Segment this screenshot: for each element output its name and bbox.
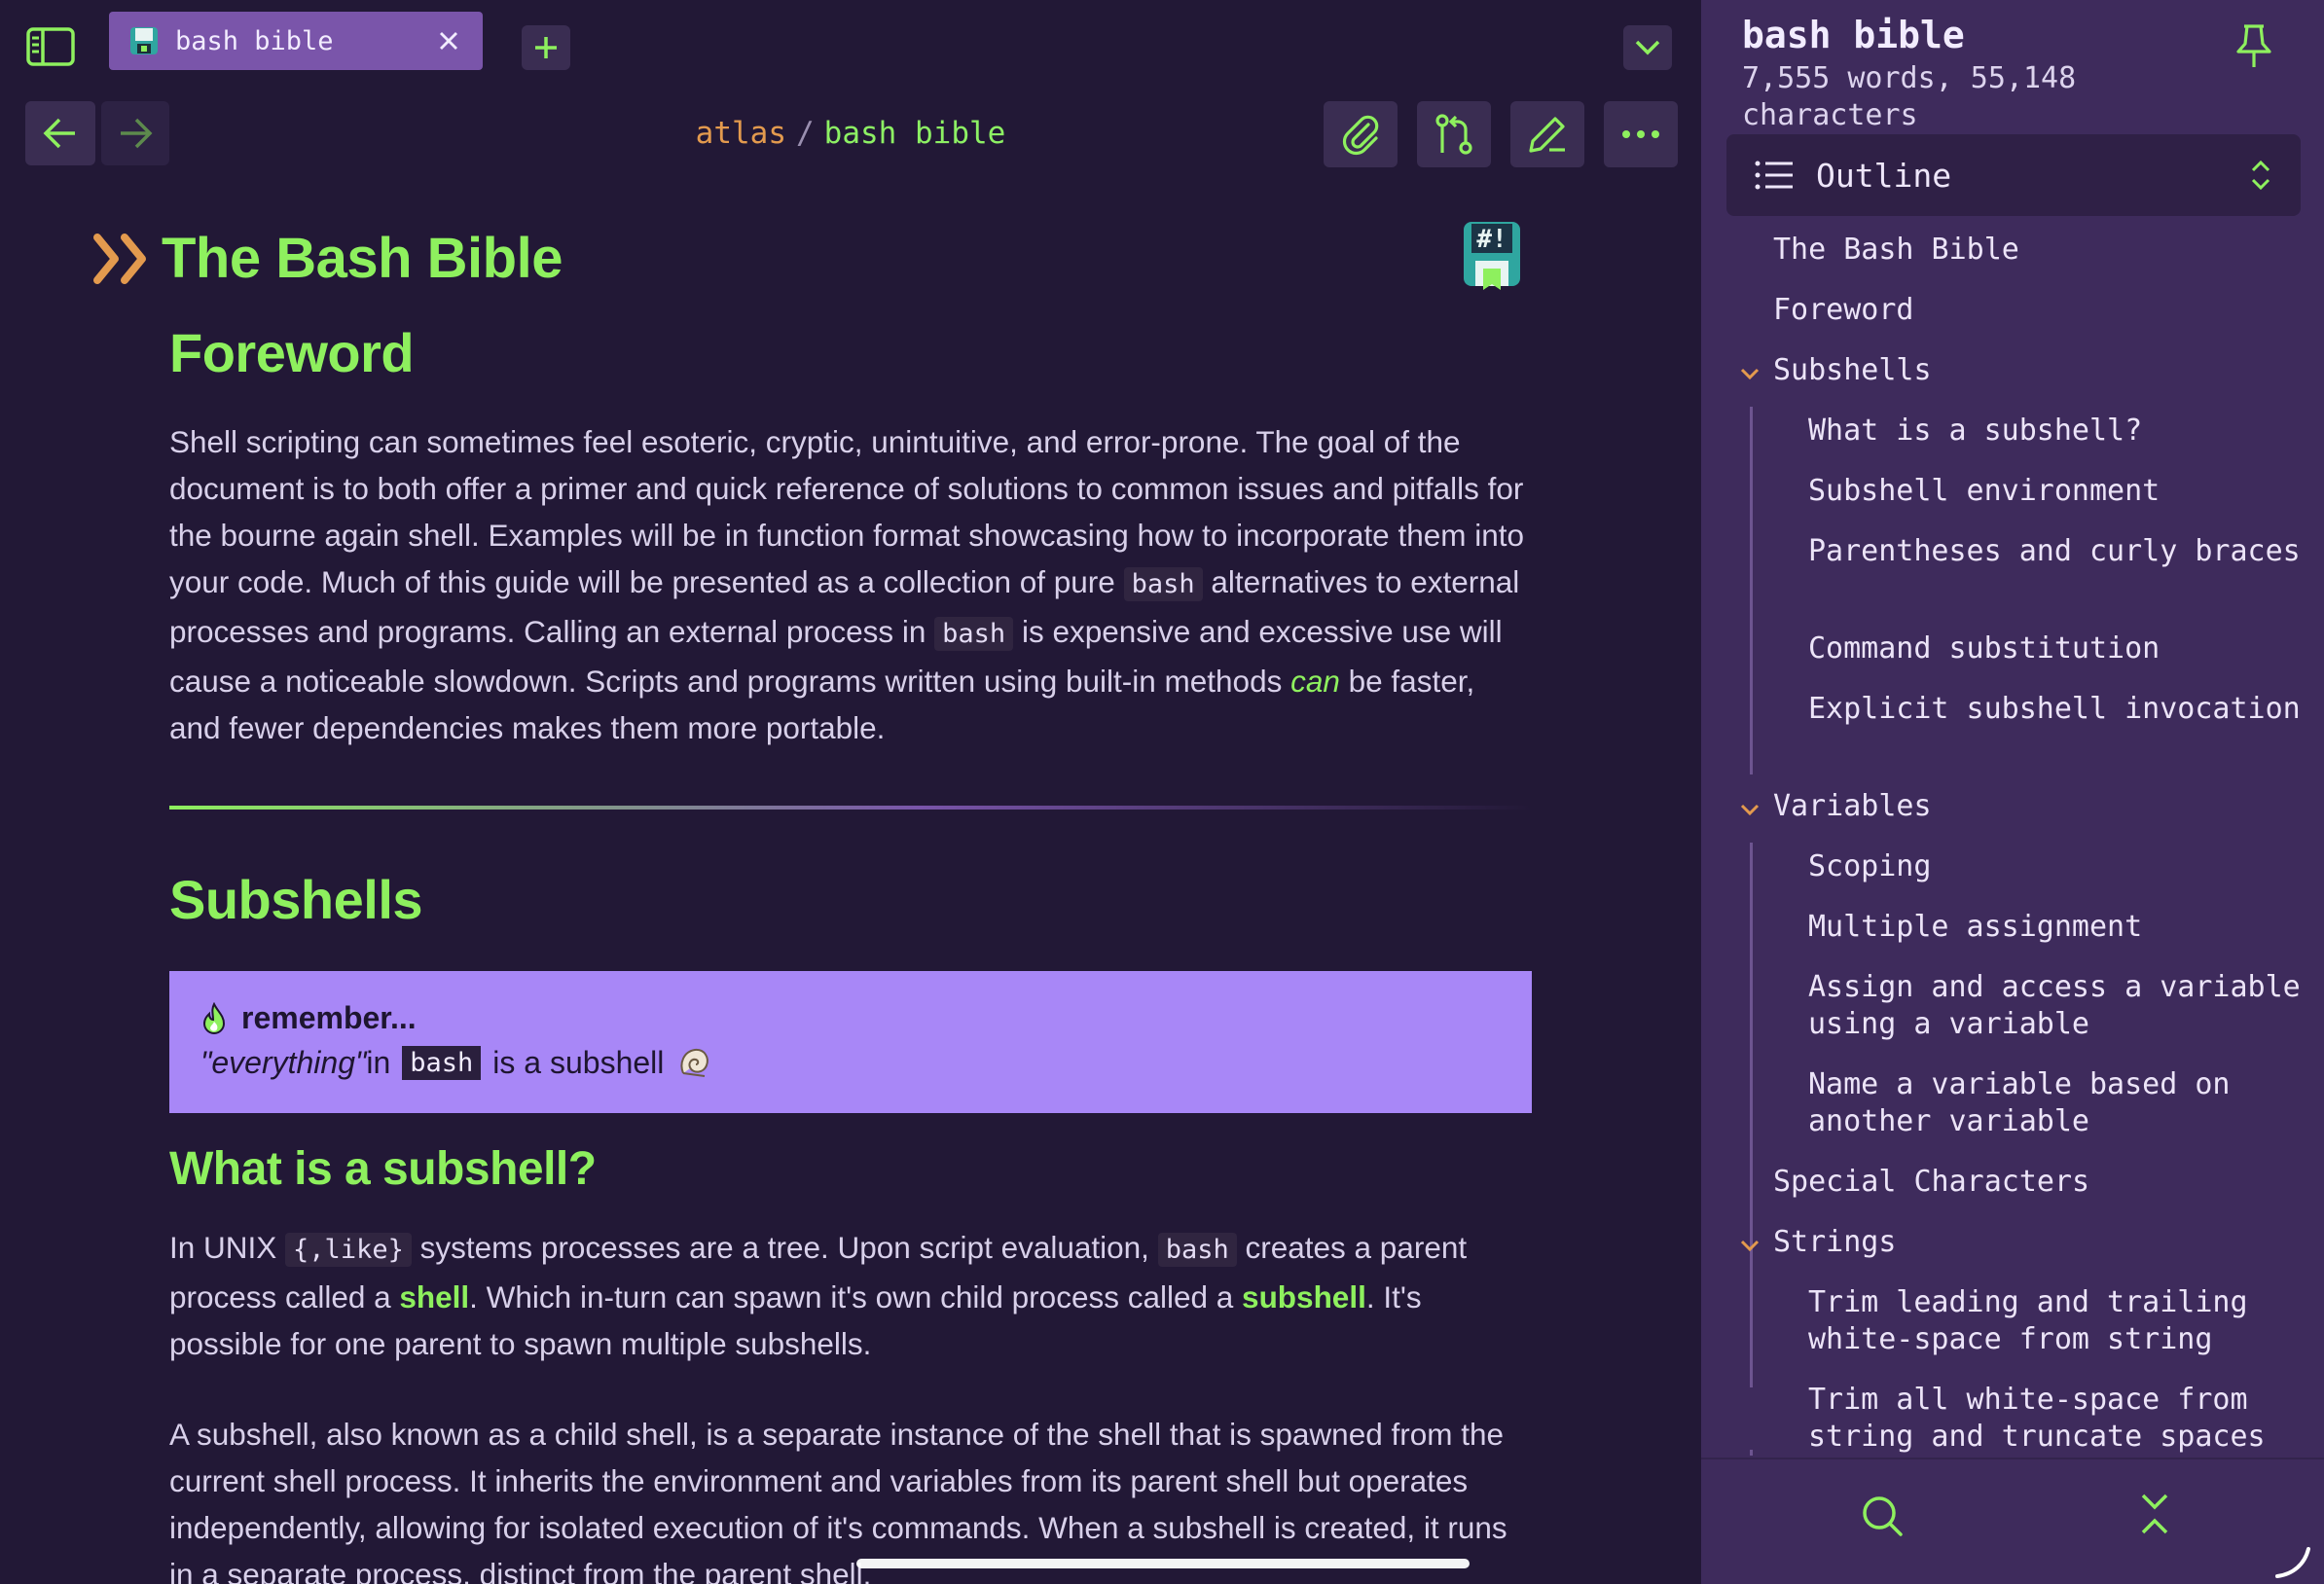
paragraph-text: . Which in-turn can spawn it's own child… [469, 1279, 1243, 1314]
bold-text: shell [399, 1279, 470, 1314]
subshell-paragraph-1: In UNIX {,like} systems processes are a … [169, 1224, 1532, 1367]
new-tab-button[interactable] [522, 25, 570, 70]
inline-code: bash [1123, 567, 1203, 601]
outline-item[interactable]: Parentheses and curly braces [1808, 533, 2305, 570]
tab-list-button[interactable] [1623, 25, 1672, 70]
chevron-down-icon[interactable] [1738, 1234, 1761, 1257]
inline-code: bash [1157, 1233, 1237, 1267]
breadcrumb-current[interactable]: bash bible [824, 116, 1006, 151]
outline-item[interactable]: Subshells [1773, 352, 2299, 389]
outline-item[interactable]: Foreword [1773, 292, 2299, 329]
inline-code: {,like} [285, 1233, 412, 1267]
foreword-paragraph: Shell scripting can sometimes feel esote… [169, 418, 1532, 751]
view-selector-label: Outline [1816, 156, 1952, 195]
floppy-disk-icon[interactable]: #! [1462, 220, 1522, 292]
heading-subshells: Subshells [169, 869, 423, 930]
chevron-down-icon[interactable] [1738, 798, 1761, 821]
heading-what-is-a-subshell: What is a subshell? [169, 1143, 597, 1195]
main-pane: bash bible atlas / bash bible The Bash B… [0, 0, 1701, 1584]
more-options-button[interactable] [1604, 101, 1678, 167]
outline-item[interactable]: Command substitution [1808, 630, 2305, 667]
outline-item[interactable]: Variables [1773, 788, 2299, 825]
outline-item[interactable]: Trim all white-space from string and tru… [1808, 1382, 2305, 1456]
chevron-down-icon [1635, 40, 1660, 55]
resize-grip-icon [2275, 1547, 2310, 1578]
pin-button[interactable] [2227, 19, 2281, 74]
list-icon [1755, 161, 1793, 190]
paragraph-text: systems processes are a tree. Upon scrip… [411, 1230, 1158, 1265]
document-title-row: The Bash Bible [91, 226, 563, 291]
callout-title: remember... [241, 1000, 417, 1035]
outline-item[interactable]: Trim leading and trailing white-space fr… [1808, 1284, 2305, 1358]
svg-text:#!: #! [1476, 225, 1507, 254]
flame-icon [202, 1001, 226, 1034]
floppy-disk-icon [130, 27, 158, 54]
callout-body: "everything" in bash is a subshell [200, 1044, 1501, 1081]
view-selector[interactable]: Outline [1726, 134, 2301, 216]
pin-icon [2236, 24, 2271, 67]
callout-text: in [366, 1044, 391, 1080]
outline-item[interactable]: Subshell environment [1808, 473, 2305, 510]
outline-guide-line [1750, 407, 1753, 774]
resize-handle[interactable] [2271, 1543, 2314, 1582]
search-button[interactable] [1851, 1485, 1913, 1547]
outline-guide-line [1750, 843, 1753, 1387]
paperclip-icon [1342, 115, 1379, 156]
chevron-up-down-icon [2251, 160, 2270, 191]
tab-bash-bible[interactable]: bash bible [109, 12, 483, 70]
scroll-indicator[interactable] [856, 1559, 1470, 1568]
outline-tree: The Bash Bible Foreword Subshells What i… [1701, 226, 2324, 1456]
pencil-icon [1529, 117, 1565, 153]
word-count: 7,555 words, 55,148 characters [1742, 61, 2077, 132]
collapse-all-button[interactable] [2127, 1483, 2182, 1545]
section-divider [169, 806, 1532, 810]
bold-text: subshell [1242, 1279, 1366, 1314]
edit-button[interactable] [1510, 101, 1584, 167]
search-icon [1863, 1496, 1903, 1536]
plus-icon [535, 37, 557, 58]
collapse-icon [2141, 1494, 2168, 1534]
double-chevron-right-icon [93, 233, 146, 284]
panel-title: bash bible [1742, 14, 1965, 56]
inline-code: bash [402, 1045, 482, 1080]
breadcrumb-parent[interactable]: atlas [696, 116, 786, 151]
close-icon[interactable] [434, 26, 463, 55]
outline-panel: bash bible 7,555 words, 55,148 character… [1701, 0, 2324, 1584]
callout-text: is a subshell [492, 1044, 665, 1080]
outline-item[interactable]: Strings [1773, 1224, 2299, 1261]
sidebar-icon [26, 27, 75, 66]
outline-guide-line [1750, 1450, 1753, 1456]
inline-code: bash [934, 617, 1014, 651]
callout-title-row: remember... [200, 1000, 1501, 1036]
sidebar-toggle-button[interactable] [21, 21, 80, 72]
ellipsis-icon [1622, 130, 1659, 138]
breadcrumb-separator: / [796, 116, 815, 151]
outline-item[interactable]: Scoping [1808, 848, 2305, 885]
callout-quote: "everything" [200, 1044, 367, 1080]
outline-item[interactable]: Explicit subshell invocation [1808, 691, 2305, 728]
outline-item[interactable]: What is a subshell? [1808, 413, 2305, 450]
git-compare-icon [1435, 114, 1472, 155]
spiral-shell-icon [680, 1048, 709, 1077]
outline-item[interactable]: Assign and access a variable using a var… [1808, 969, 2305, 1043]
outline-item[interactable]: Name a variable based on another variabl… [1808, 1066, 2305, 1140]
chevron-down-icon[interactable] [1738, 362, 1761, 385]
panel-footer [1701, 1458, 2324, 1584]
tab-label: bash bible [175, 25, 334, 56]
paragraph-text: In UNIX [169, 1230, 286, 1265]
outline-item[interactable]: Multiple assignment [1808, 909, 2305, 946]
callout-box: remember... "everything" in bash is a subs… [169, 971, 1532, 1113]
attachment-button[interactable] [1324, 101, 1398, 167]
outline-item[interactable]: The Bash Bible [1773, 232, 2299, 269]
outline-item[interactable]: Special Characters [1773, 1164, 2299, 1201]
emphasis-text: can [1290, 664, 1340, 699]
document-title: The Bash Bible [162, 227, 563, 290]
heading-foreword: Foreword [169, 322, 415, 383]
git-compare-button[interactable] [1417, 101, 1491, 167]
